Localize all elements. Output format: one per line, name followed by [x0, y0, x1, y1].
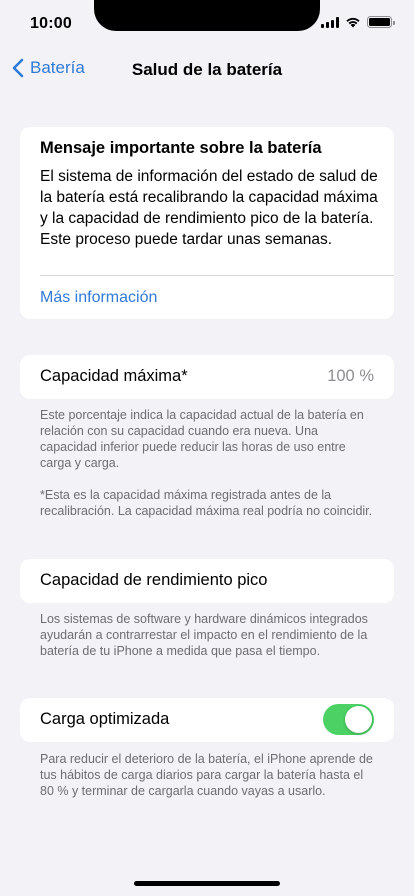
max-capacity-value: 100 %	[327, 367, 374, 385]
message-title: Mensaje importante sobre la batería	[40, 139, 322, 157]
status-bar: 10:00	[0, 0, 414, 44]
max-capacity-footnote: Este porcentaje indica la capacidad actu…	[40, 408, 364, 470]
status-icons	[321, 16, 395, 28]
status-time: 10:00	[30, 15, 72, 32]
optimized-charging-row: Carga optimizada	[20, 698, 394, 742]
notch	[94, 0, 320, 31]
optimized-charging-label: Carga optimizada	[40, 710, 170, 728]
cellular-signal-icon	[321, 16, 339, 28]
more-info-link[interactable]: Más información	[40, 289, 157, 307]
message-body: El sistema de información del estado de …	[40, 168, 378, 248]
divider	[40, 275, 394, 276]
navigation-bar: Batería Salud de la batería	[0, 44, 414, 96]
optimized-charging-toggle[interactable]	[323, 704, 374, 735]
peak-performance-label: Capacidad de rendimiento pico	[40, 571, 268, 589]
page-title: Salud de la batería	[131, 60, 283, 79]
optimized-charging-footnote: Para reducir el deterioro de la batería,…	[40, 752, 373, 798]
battery-icon	[367, 16, 395, 28]
peak-performance-footnote: Los sistemas de software y hardware diná…	[40, 612, 368, 658]
home-indicator[interactable]	[134, 881, 280, 886]
peak-performance-row: Capacidad de rendimiento pico	[20, 559, 394, 603]
max-capacity-row: Capacidad máxima* 100 %	[20, 355, 394, 399]
wifi-icon	[346, 17, 360, 28]
important-message-card: Mensaje importante sobre la batería El s…	[20, 127, 394, 319]
toggle-knob	[345, 706, 372, 733]
max-capacity-label: Capacidad máxima*	[40, 367, 188, 385]
recalibration-footnote: *Esta es la capacidad máxima registrada …	[40, 488, 373, 518]
screen: 10:00 Batería Salud de la batería Mensaj…	[0, 0, 414, 896]
